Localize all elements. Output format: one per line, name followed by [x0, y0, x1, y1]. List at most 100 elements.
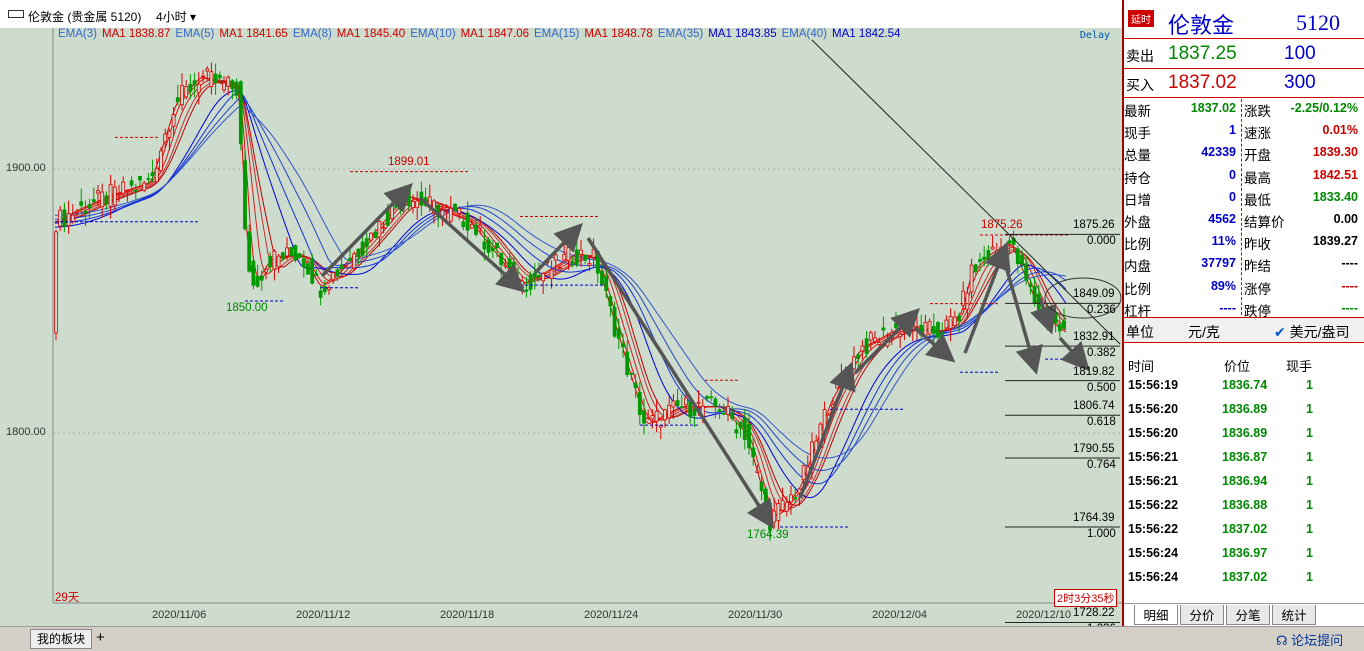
candle-body: [738, 421, 743, 429]
tick-time: 15:56:21: [1128, 450, 1179, 464]
x-label-6: 2020/12/10: [1016, 609, 1072, 621]
legend-item-6: EMA(10): [410, 28, 456, 40]
candle-body: [558, 267, 562, 270]
days-label: 29天: [55, 592, 80, 604]
ema-line-1: [55, 91, 1067, 485]
unit-option-label: 美元/盎司: [1289, 324, 1350, 340]
tick-row: 15:56:20 1836.89 1: [1124, 422, 1364, 444]
candle-body: [801, 465, 806, 481]
candle-body: [637, 392, 642, 415]
candle-body: [944, 319, 949, 329]
candle-body: [352, 253, 357, 269]
candle-body: [667, 404, 672, 419]
stat-right-label-0: 涨跌: [1244, 104, 1271, 119]
candle-body: [209, 71, 214, 88]
candle-body: [490, 247, 495, 252]
candle-body: [587, 263, 592, 266]
candle-body: [163, 133, 168, 143]
legend-item-10: EMA(35): [657, 28, 704, 40]
candle-body: [226, 76, 231, 87]
stat-right-value-4: 1833.40: [1312, 189, 1358, 204]
candle-body: [150, 172, 155, 177]
ma-line-3: [54, 79, 1067, 509]
fib-ratio-1: 0.236: [1087, 304, 1116, 317]
candle-body: [965, 292, 970, 310]
stat-right-value-8: ----: [1341, 278, 1358, 293]
fib-ratio-2: 0.382: [1087, 347, 1116, 360]
legend-item-12: EMA(40): [781, 28, 827, 40]
tick-row: 15:56:22 1837.02 1: [1124, 518, 1364, 540]
candle-body: [734, 429, 739, 434]
candle-body: [478, 225, 483, 229]
detail-tab-2[interactable]: 分笔: [1226, 605, 1270, 625]
candle-body: [406, 188, 411, 206]
stat-right-label-8: 涨停: [1244, 281, 1271, 297]
candle-body: [973, 264, 978, 272]
tick-qty: 1: [1306, 546, 1313, 560]
candle-body: [684, 397, 688, 406]
candle-body: [91, 199, 96, 203]
fib-price-6: 1764.39: [1073, 512, 1115, 524]
stat-right-label-3: 最高: [1244, 170, 1271, 186]
legend-item-9: MA1 1848.78: [584, 28, 653, 40]
candle-body: [616, 328, 621, 339]
period-selector[interactable]: 4小时 ▾: [156, 8, 196, 25]
candle-body: [793, 497, 798, 500]
candle-body: [499, 252, 504, 266]
candlestick-chart[interactable]: EMA(3) MA1 1838.87 EMA(5) MA1 1841.65 EMA(8)…: [0, 28, 1122, 635]
detail-tab-0[interactable]: 明细: [1134, 605, 1178, 625]
tick-price: 1836.74: [1222, 378, 1268, 392]
unit-option[interactable]: ✔ 美元/盎司: [1274, 322, 1350, 342]
candle-body: [398, 205, 403, 210]
candle-body: [364, 238, 369, 248]
candle-body: [1024, 263, 1029, 281]
annotation-high1: 1899.01: [388, 156, 430, 168]
trend-arrow-8: [1003, 262, 1043, 375]
candle-body: [625, 351, 630, 376]
quote-panel: 延时 伦敦金 5120 卖出 1837.25 100 买入 1837.02 30…: [1122, 0, 1364, 626]
tick-header-time: 时间: [1128, 359, 1155, 374]
candle-body: [688, 400, 693, 418]
candle-body: [411, 200, 415, 209]
legend-item-3: MA1 1841.65: [219, 28, 288, 40]
candle-body: [940, 333, 945, 338]
chart-menu-icon[interactable]: [8, 10, 24, 18]
candle-body: [990, 246, 995, 250]
fib-ratio-4: 0.618: [1087, 416, 1116, 429]
candle-body: [79, 201, 84, 206]
detail-tab-1[interactable]: 分价: [1180, 605, 1224, 625]
candle-body: [642, 410, 646, 424]
candle-body: [654, 410, 659, 422]
my-blocks-tab[interactable]: 我的板块: [30, 629, 93, 649]
add-tab-button[interactable]: +: [96, 629, 105, 646]
forum-link[interactable]: ☊ 论坛提问: [1276, 630, 1343, 649]
candle-body: [125, 190, 130, 193]
candle-body: [608, 296, 613, 307]
tick-time: 15:56:21: [1128, 474, 1179, 488]
candle-body: [444, 207, 449, 211]
x-label-2: 2020/11/18: [440, 609, 495, 621]
tick-list[interactable]: 15:56:19 1836.74 1 15:56:20 1836.89 1 15:56:20…: [1124, 374, 1364, 594]
candle-body: [721, 412, 726, 415]
buy-volume: 300: [1284, 72, 1316, 93]
tick-time: 15:56:22: [1128, 498, 1179, 512]
candle-body: [742, 418, 747, 440]
fib-ratio-3: 0.500: [1087, 381, 1116, 394]
candle-body: [570, 261, 575, 264]
candle-body: [62, 209, 67, 227]
candle-body: [948, 316, 953, 329]
fib-price-7: 1728.22: [1073, 607, 1115, 620]
tick-time: 15:56:24: [1128, 570, 1179, 584]
tick-price: 1836.97: [1222, 546, 1268, 560]
sell-volume: 100: [1284, 43, 1316, 64]
candle-body: [280, 252, 285, 259]
detail-tabs: 明细 分价 分笔 统计: [1124, 603, 1364, 625]
candle-body: [1015, 248, 1020, 265]
candle-body: [881, 327, 886, 331]
detail-tab-3[interactable]: 统计: [1272, 605, 1316, 625]
tick-qty: 1: [1306, 474, 1313, 488]
candle-body: [318, 290, 323, 298]
tick-price: 1836.88: [1222, 498, 1268, 512]
legend-item-7: MA1 1847.06: [460, 28, 530, 40]
candle-body: [671, 400, 676, 408]
